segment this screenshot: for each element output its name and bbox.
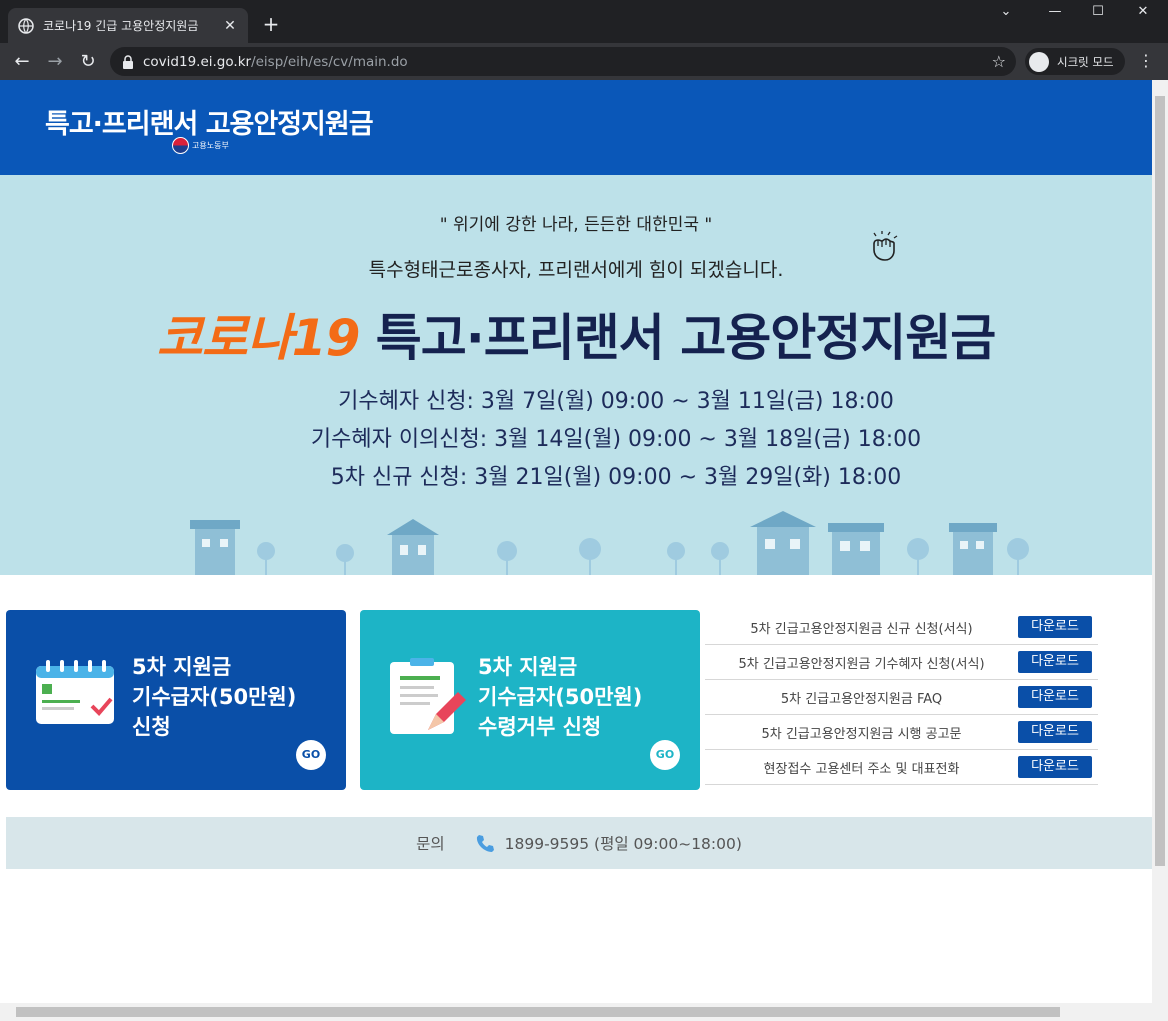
apply-card-line-3: 신청 bbox=[132, 715, 171, 739]
download-button[interactable]: 다운로드 bbox=[1018, 616, 1092, 638]
browser-toolbar: ← → ↻ covid19.ei.go.kr/eisp/eih/es/cv/ma… bbox=[0, 43, 1168, 80]
forward-button[interactable]: → bbox=[43, 50, 67, 74]
ministry-name: 고용노동부 bbox=[192, 141, 229, 150]
back-button[interactable]: ← bbox=[10, 50, 34, 74]
tab-search-icon[interactable]: ⌄ bbox=[983, 4, 1029, 28]
download-label: 5차 긴급고용안정지원금 신규 신청(서식) bbox=[750, 621, 973, 637]
address-bar[interactable]: covid19.ei.go.kr/eisp/eih/es/cv/main.do … bbox=[110, 47, 1016, 76]
browser-tab[interactable]: 코로나19 긴급 고용안정지원금 ✕ bbox=[8, 8, 248, 43]
download-list: 5차 긴급고용안정지원금 신규 신청(서식) 다운로드 5차 긴급고용안정지원금… bbox=[705, 610, 1098, 785]
schedule-line-2: 기수혜자 이의신청: 3월 14일(월) 09:00 ~ 3월 18일(금) 1… bbox=[310, 427, 922, 452]
download-label: 현장접수 고용센터 주소 및 대표전화 bbox=[763, 761, 960, 777]
horizontal-scroll-thumb[interactable] bbox=[16, 1007, 1060, 1017]
download-label: 5차 긴급고용안정지원금 시행 공고문 bbox=[761, 726, 962, 742]
tab-close-icon[interactable]: ✕ bbox=[222, 18, 238, 34]
hero-title-orange: 코로나19 bbox=[156, 309, 376, 367]
tab-strip: 코로나19 긴급 고용안정지원금 ✕ + ⌄ — ☐ ✕ bbox=[0, 0, 1168, 43]
apply-card-text: 5차 지원금 기수급자(50만원) 신청 bbox=[132, 652, 296, 742]
horizontal-scrollbar[interactable] bbox=[0, 1003, 1168, 1021]
window-close-button[interactable]: ✕ bbox=[1120, 4, 1166, 28]
contact-phone: 1899-9595 (평일 09:00~18:00) bbox=[504, 835, 742, 853]
schedule-line-1: 기수혜자 신청: 3월 7일(월) 09:00 ~ 3월 11일(금) 18:0… bbox=[338, 389, 894, 414]
download-label: 5차 긴급고용안정지원금 FAQ bbox=[780, 691, 943, 707]
page-viewport: 특고·프리랜서 고용안정지원금 고용노동부 " 위기에 강한 나라, 든든한 대… bbox=[0, 80, 1152, 1003]
download-button[interactable]: 다운로드 bbox=[1018, 721, 1092, 743]
reload-button[interactable]: ↻ bbox=[76, 50, 100, 74]
contact-bar: 문의 1899-9595 (평일 09:00~18:00) bbox=[6, 817, 1152, 869]
phone-icon bbox=[476, 835, 494, 852]
refusal-card-line-1: 5차 지원금 bbox=[478, 655, 578, 679]
download-button[interactable]: 다운로드 bbox=[1018, 756, 1092, 778]
refusal-go-button[interactable]: GO bbox=[650, 740, 680, 770]
apply-card-line-1: 5차 지원금 bbox=[132, 655, 232, 679]
minimize-button[interactable]: — bbox=[1032, 4, 1078, 28]
refusal-card-text: 5차 지원금 기수급자(50만원) 수령거부 신청 bbox=[478, 652, 642, 742]
download-label: 5차 긴급고용안정지원금 기수혜자 신청(서식) bbox=[738, 656, 985, 672]
calendar-check-icon bbox=[36, 660, 114, 724]
globe-icon bbox=[18, 17, 34, 34]
tab-title: 코로나19 긴급 고용안정지원금 bbox=[43, 19, 199, 33]
incognito-badge[interactable]: 시크릿 모드 bbox=[1025, 48, 1125, 75]
fist-icon bbox=[873, 231, 898, 261]
lock-icon bbox=[123, 54, 133, 69]
hero-title-navy: 특고·프리랜서 고용안정지원금 bbox=[375, 309, 996, 367]
ministry-logo: 고용노동부 bbox=[172, 137, 229, 154]
list-item: 현장접수 고용센터 주소 및 대표전화 다운로드 bbox=[705, 750, 1098, 785]
url-path: /eisp/eih/es/cv/main.do bbox=[251, 53, 408, 70]
list-item: 5차 긴급고용안정지원금 시행 공고문 다운로드 bbox=[705, 715, 1098, 750]
vertical-scrollbar[interactable] bbox=[1152, 80, 1168, 1003]
hero-banner: " 위기에 강한 나라, 든든한 대한민국 " 특수형태근로종사자, 프리랜서에… bbox=[0, 175, 1152, 575]
list-item: 5차 긴급고용안정지원금 신규 신청(서식) 다운로드 bbox=[705, 610, 1098, 645]
hero-title: 코로나19 특고·프리랜서 고용안정지원금 bbox=[0, 298, 1152, 370]
list-item: 5차 긴급고용안정지원금 기수혜자 신청(서식) 다운로드 bbox=[705, 645, 1098, 680]
incognito-icon bbox=[1029, 51, 1049, 72]
site-title[interactable]: 특고·프리랜서 고용안정지원금 bbox=[45, 102, 374, 141]
bookmark-star-icon[interactable]: ☆ bbox=[992, 52, 1006, 71]
vertical-scroll-thumb[interactable] bbox=[1155, 96, 1165, 866]
url-host: covid19.ei.go.kr bbox=[143, 53, 252, 70]
hero-quote: " 위기에 강한 나라, 든든한 대한민국 " bbox=[439, 215, 713, 235]
contact-label: 문의 bbox=[416, 835, 445, 853]
hero-subtitle: 특수형태근로종사자, 프리랜서에게 힘이 되겠습니다. bbox=[368, 259, 784, 281]
list-item: 5차 긴급고용안정지원금 FAQ 다운로드 bbox=[705, 680, 1098, 715]
refusal-card-line-3: 수령거부 신청 bbox=[478, 715, 602, 739]
maximize-button[interactable]: ☐ bbox=[1075, 4, 1121, 28]
apply-card[interactable]: 5차 지원금 기수급자(50만원) 신청 GO bbox=[6, 610, 346, 790]
schedule-line-3: 5차 신규 신청: 3월 21일(월) 09:00 ~ 3월 29일(화) 18… bbox=[330, 465, 902, 490]
town-illustration bbox=[190, 511, 1029, 575]
taegeuk-emblem-icon bbox=[172, 137, 189, 154]
download-button[interactable]: 다운로드 bbox=[1018, 651, 1092, 673]
download-button[interactable]: 다운로드 bbox=[1018, 686, 1092, 708]
refusal-card[interactable]: 5차 지원금 기수급자(50만원) 수령거부 신청 GO bbox=[360, 610, 700, 790]
browser-menu-button[interactable]: ⋮ bbox=[1138, 51, 1154, 70]
refusal-card-line-2: 기수급자(50만원) bbox=[478, 685, 643, 709]
apply-go-button[interactable]: GO bbox=[296, 740, 326, 770]
apply-card-line-2: 기수급자(50만원) bbox=[132, 685, 297, 709]
incognito-label: 시크릿 모드 bbox=[1057, 54, 1114, 69]
document-pencil-icon bbox=[390, 658, 466, 734]
new-tab-button[interactable]: + bbox=[260, 14, 282, 34]
site-header: 특고·프리랜서 고용안정지원금 고용노동부 bbox=[0, 80, 1152, 175]
